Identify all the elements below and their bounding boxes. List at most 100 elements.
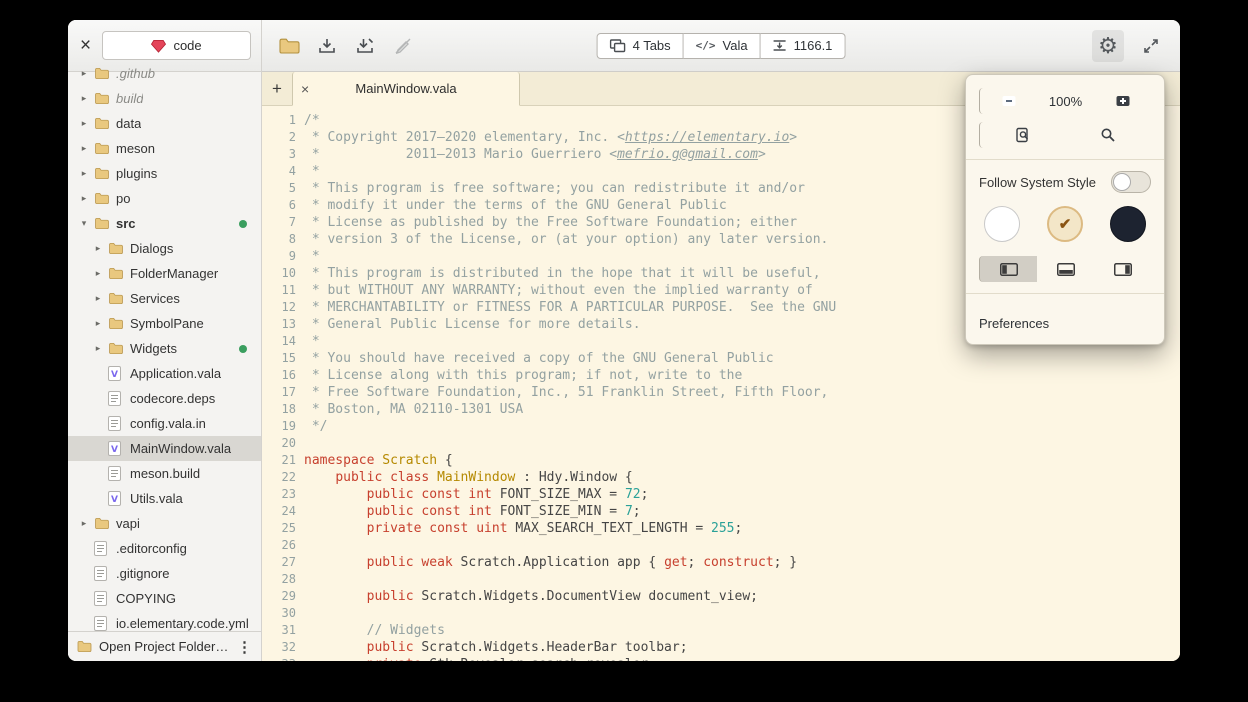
sidebar-footer: Open Project Folder… ⋮ (68, 631, 261, 661)
tree-item-services[interactable]: ▸ Services (68, 286, 261, 311)
expander-expanded-icon[interactable]: ▾ (78, 218, 90, 229)
expander-collapsed-icon[interactable]: ▸ (92, 243, 104, 254)
code-line[interactable]: 31 // Widgets (262, 622, 1180, 639)
folder-icon (77, 640, 92, 653)
tree-item-config-vala-in[interactable]: config.vala.in (68, 411, 261, 436)
expander-collapsed-icon[interactable]: ▸ (78, 118, 90, 129)
tree-item-dialogs[interactable]: ▸ Dialogs (68, 236, 261, 261)
sidebar-layout-button[interactable] (979, 256, 1037, 282)
language-button[interactable]: </> Vala (684, 33, 761, 59)
new-tab-button[interactable]: + (262, 72, 292, 105)
code-line[interactable]: 26 (262, 537, 1180, 554)
tree-item-io-elementary-code-yml[interactable]: io.elementary.code.yml (68, 611, 261, 631)
vala-icon: V (108, 491, 124, 506)
tree-item-meson-build[interactable]: meson.build (68, 461, 261, 486)
code-line[interactable]: 23 public const int FONT_SIZE_MAX = 72; (262, 486, 1180, 503)
line-number: 12 (262, 299, 296, 316)
tree-item-codecore-deps[interactable]: codecore.deps (68, 386, 261, 411)
settings-menu-button[interactable]: ⚙ (1092, 30, 1124, 62)
tree-item-plugins[interactable]: ▸plugins (68, 161, 261, 186)
tab-mainwindow-vala[interactable]: × MainWindow.vala (292, 72, 520, 106)
tree-item-build[interactable]: ▸build (68, 86, 261, 111)
line-number: 10 (262, 265, 296, 282)
expander-collapsed-icon[interactable]: ▸ (92, 318, 104, 329)
tree-item-application-vala[interactable]: VApplication.vala (68, 361, 261, 386)
expander-collapsed-icon[interactable]: ▸ (78, 168, 90, 179)
headerbar-right: ⚙ (1092, 30, 1166, 62)
tree-item-vapi[interactable]: ▸vapi (68, 511, 261, 536)
tree-item-data[interactable]: ▸data (68, 111, 261, 136)
save-button[interactable] (310, 29, 344, 63)
tree-item-meson[interactable]: ▸meson (68, 136, 261, 161)
code-line[interactable]: 17 * Free Software Foundation, Inc., 51 … (262, 384, 1180, 401)
right-panel-layout-button[interactable] (1094, 256, 1151, 282)
window-close-button[interactable]: × (78, 36, 93, 55)
expander-collapsed-icon[interactable]: ▸ (78, 518, 90, 529)
code-line[interactable]: 27 public weak Scratch.Application app {… (262, 554, 1180, 571)
expander-collapsed-icon[interactable]: ▸ (92, 268, 104, 279)
tree-item-po[interactable]: ▸po (68, 186, 261, 211)
zoom-in-button[interactable] (1094, 88, 1151, 114)
line-number: 22 (262, 469, 296, 486)
code-text: public class MainWindow : Hdy.Window { (296, 469, 633, 486)
global-search-button[interactable] (1066, 122, 1152, 148)
zoom-level-button[interactable]: 100% (1037, 88, 1094, 114)
code-line[interactable]: 19 */ (262, 418, 1180, 435)
zoom-out-button[interactable] (979, 88, 1037, 114)
light-style-button[interactable] (984, 206, 1020, 242)
find-in-page-button[interactable] (979, 122, 1066, 148)
project-chooser-button[interactable]: code (102, 31, 251, 60)
tree-item-copying[interactable]: COPYING (68, 586, 261, 611)
tree-item-mainwindow-vala[interactable]: VMainWindow.vala (68, 436, 261, 461)
solarized-style-button[interactable]: ✔ (1047, 206, 1083, 242)
save-as-button[interactable] (348, 29, 382, 63)
tree-item-symbolpane[interactable]: ▸SymbolPane (68, 311, 261, 336)
fullscreen-button[interactable] (1136, 31, 1166, 61)
code-line[interactable]: 33 private Gtk.Revealer search_revealer; (262, 656, 1180, 661)
code-line[interactable]: 29 public Scratch.Widgets.DocumentView d… (262, 588, 1180, 605)
gear-icon: ⚙ (1098, 35, 1118, 57)
code-line[interactable]: 32 public Scratch.Widgets.HeaderBar tool… (262, 639, 1180, 656)
tab-close-button[interactable]: × (301, 81, 317, 97)
code-line[interactable]: 22 public class MainWindow : Hdy.Window … (262, 469, 1180, 486)
tree-item-src[interactable]: ▾src (68, 211, 261, 236)
tree-item--gitignore[interactable]: .gitignore (68, 561, 261, 586)
code-text: * Boston, MA 02110-1301 USA (296, 401, 523, 418)
dark-style-button[interactable] (1110, 206, 1146, 242)
zoom-controls: 100% (979, 88, 1151, 114)
code-line[interactable]: 25 private const uint MAX_SEARCH_TEXT_LE… (262, 520, 1180, 537)
code-text: * but WITHOUT ANY WARRANTY; without even… (296, 282, 813, 299)
expander-collapsed-icon[interactable]: ▸ (78, 93, 90, 104)
tree-item-widgets[interactable]: ▸Widgets (68, 336, 261, 361)
code-line[interactable]: 18 * Boston, MA 02110-1301 USA (262, 401, 1180, 418)
code-text (296, 435, 304, 452)
tree-item--editorconfig[interactable]: .editorconfig (68, 536, 261, 561)
expander-collapsed-icon[interactable]: ▸ (78, 68, 90, 79)
tree-item-label: Services (130, 291, 180, 306)
expander-collapsed-icon[interactable]: ▸ (92, 343, 104, 354)
expander-collapsed-icon[interactable]: ▸ (78, 143, 90, 154)
code-text: public weak Scratch.Application app { ge… (296, 554, 797, 571)
tab-overview-button[interactable]: 4 Tabs (597, 33, 684, 59)
tree-item-utils-vala[interactable]: VUtils.vala (68, 486, 261, 511)
code-line[interactable]: 15 * You should have received a copy of … (262, 350, 1180, 367)
goto-line-button[interactable]: 1166.1 (761, 33, 846, 59)
tree-item-foldermanager[interactable]: ▸FolderManager (68, 261, 261, 286)
code-line[interactable]: 28 (262, 571, 1180, 588)
open-file-button[interactable] (272, 29, 306, 63)
code-line[interactable]: 30 (262, 605, 1180, 622)
follow-system-style-switch[interactable] (1111, 171, 1151, 193)
expander-collapsed-icon[interactable]: ▸ (78, 193, 90, 204)
tree-item-label: Dialogs (130, 241, 173, 256)
preferences-menu-item[interactable]: Preferences (966, 305, 1164, 344)
tree-item-label: .gitignore (116, 566, 169, 581)
code-line[interactable]: 20 (262, 435, 1180, 452)
code-line[interactable]: 24 public const int FONT_SIZE_MIN = 7; (262, 503, 1180, 520)
tree-item--github[interactable]: ▸.github (68, 61, 261, 86)
project-overflow-menu-button[interactable]: ⋮ (237, 638, 252, 656)
open-project-folder-button[interactable]: Open Project Folder… (99, 639, 228, 654)
bottom-panel-layout-button[interactable] (1037, 256, 1094, 282)
code-line[interactable]: 16 * License along with this program; if… (262, 367, 1180, 384)
expander-collapsed-icon[interactable]: ▸ (92, 293, 104, 304)
code-line[interactable]: 21namespace Scratch { (262, 452, 1180, 469)
